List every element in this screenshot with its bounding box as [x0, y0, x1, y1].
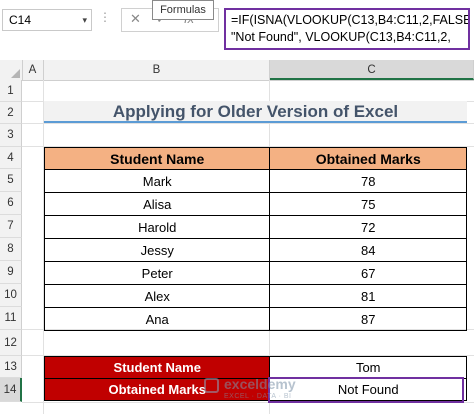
cell-marks[interactable]: 72 [269, 215, 467, 239]
cell-marks[interactable]: 84 [269, 238, 467, 262]
lookup-row-marks: Obtained Marks Not Found [43, 378, 467, 401]
cancel-icon[interactable]: ✕ [130, 11, 141, 27]
row-header-12[interactable]: 12 [0, 330, 22, 356]
lookup-marks-value[interactable]: Not Found [269, 378, 467, 401]
header-obtained-marks[interactable]: Obtained Marks [269, 147, 467, 170]
cell-student-name[interactable]: Mark [43, 169, 271, 193]
table-row: Mark 78 [43, 169, 467, 193]
lookup-row-name: Student Name Tom [43, 356, 467, 379]
formula-line-2: "Not Found", VLOOKUP(C13,B4:C11,2, [231, 30, 451, 44]
sheet-title[interactable]: Applying for Older Version of Excel [44, 101, 467, 123]
cell-student-name[interactable]: Ana [43, 307, 271, 331]
select-all-corner[interactable] [0, 60, 23, 80]
lookup-marks-label[interactable]: Obtained Marks [43, 378, 271, 401]
column-header-row: A B C [0, 60, 474, 81]
cell-student-name[interactable]: Jessy [43, 238, 271, 262]
formula-input[interactable]: =IF(ISNA(VLOOKUP(C13,B4:C11,2,FALSE)), "… [224, 8, 470, 50]
row-header-14[interactable]: 14 [0, 378, 22, 402]
table-row: Harold 72 [43, 215, 467, 239]
row-header-7[interactable]: 7 [0, 215, 22, 238]
column-header-b[interactable]: B [44, 60, 270, 80]
cell-marks[interactable]: 75 [269, 192, 467, 216]
table-row: Alex 81 [43, 284, 467, 308]
cell-marks[interactable]: 81 [269, 284, 467, 308]
header-student-name[interactable]: Student Name [43, 147, 271, 170]
table-row: Alisa 75 [43, 192, 467, 216]
cell-student-name[interactable]: Peter [43, 261, 271, 285]
formulas-tooltip: Formulas [152, 0, 214, 20]
student-marks-table: Student Name Obtained Marks Mark 78 Alis… [43, 147, 467, 331]
cell-marks[interactable]: 67 [269, 261, 467, 285]
row-header-8[interactable]: 8 [0, 238, 22, 261]
table-row: Jessy 84 [43, 238, 467, 262]
table-row: Peter 67 [43, 261, 467, 285]
select-all-icon [11, 69, 20, 78]
lookup-table: Student Name Tom Obtained Marks Not Foun… [43, 356, 467, 401]
cell-student-name[interactable]: Harold [43, 215, 271, 239]
lookup-name-value[interactable]: Tom [269, 356, 467, 379]
row-header-9[interactable]: 9 [0, 261, 22, 284]
cell-student-name[interactable]: Alisa [43, 192, 271, 216]
name-box-value: C14 [9, 13, 32, 27]
row-header-1[interactable]: 1 [0, 80, 22, 102]
table-header-row: Student Name Obtained Marks [43, 147, 467, 170]
row-header-3[interactable]: 3 [0, 124, 22, 147]
more-options-icon: ⋮ [99, 10, 112, 24]
row-header-11[interactable]: 11 [0, 307, 22, 330]
row-header-6[interactable]: 6 [0, 192, 22, 215]
column-header-a[interactable]: A [22, 60, 44, 80]
grid-line [22, 123, 474, 124]
cell-marks[interactable]: 78 [269, 169, 467, 193]
formula-bar: C14 ▾ ⋮ ✕ ✓ fx Formulas =IF(ISNA(VLOOKUP… [0, 0, 474, 52]
cell-marks[interactable]: 87 [269, 307, 467, 331]
row-header-4[interactable]: 4 [0, 147, 22, 169]
cell-student-name[interactable]: Alex [43, 284, 271, 308]
lookup-name-label[interactable]: Student Name [43, 356, 271, 379]
row-header-5[interactable]: 5 [0, 169, 22, 192]
grid-line [22, 402, 474, 403]
name-box[interactable]: C14 ▾ [2, 9, 92, 31]
column-header-c[interactable]: C [270, 60, 474, 80]
formula-line-1: =IF(ISNA(VLOOKUP(C13,B4:C11,2,FALSE)), [231, 13, 470, 27]
table-row: Ana 87 [43, 307, 467, 331]
dropdown-icon[interactable]: ▾ [82, 10, 87, 30]
row-header-13[interactable]: 13 [0, 356, 22, 378]
row-header-2[interactable]: 2 [0, 102, 22, 124]
row-header-10[interactable]: 10 [0, 284, 22, 307]
